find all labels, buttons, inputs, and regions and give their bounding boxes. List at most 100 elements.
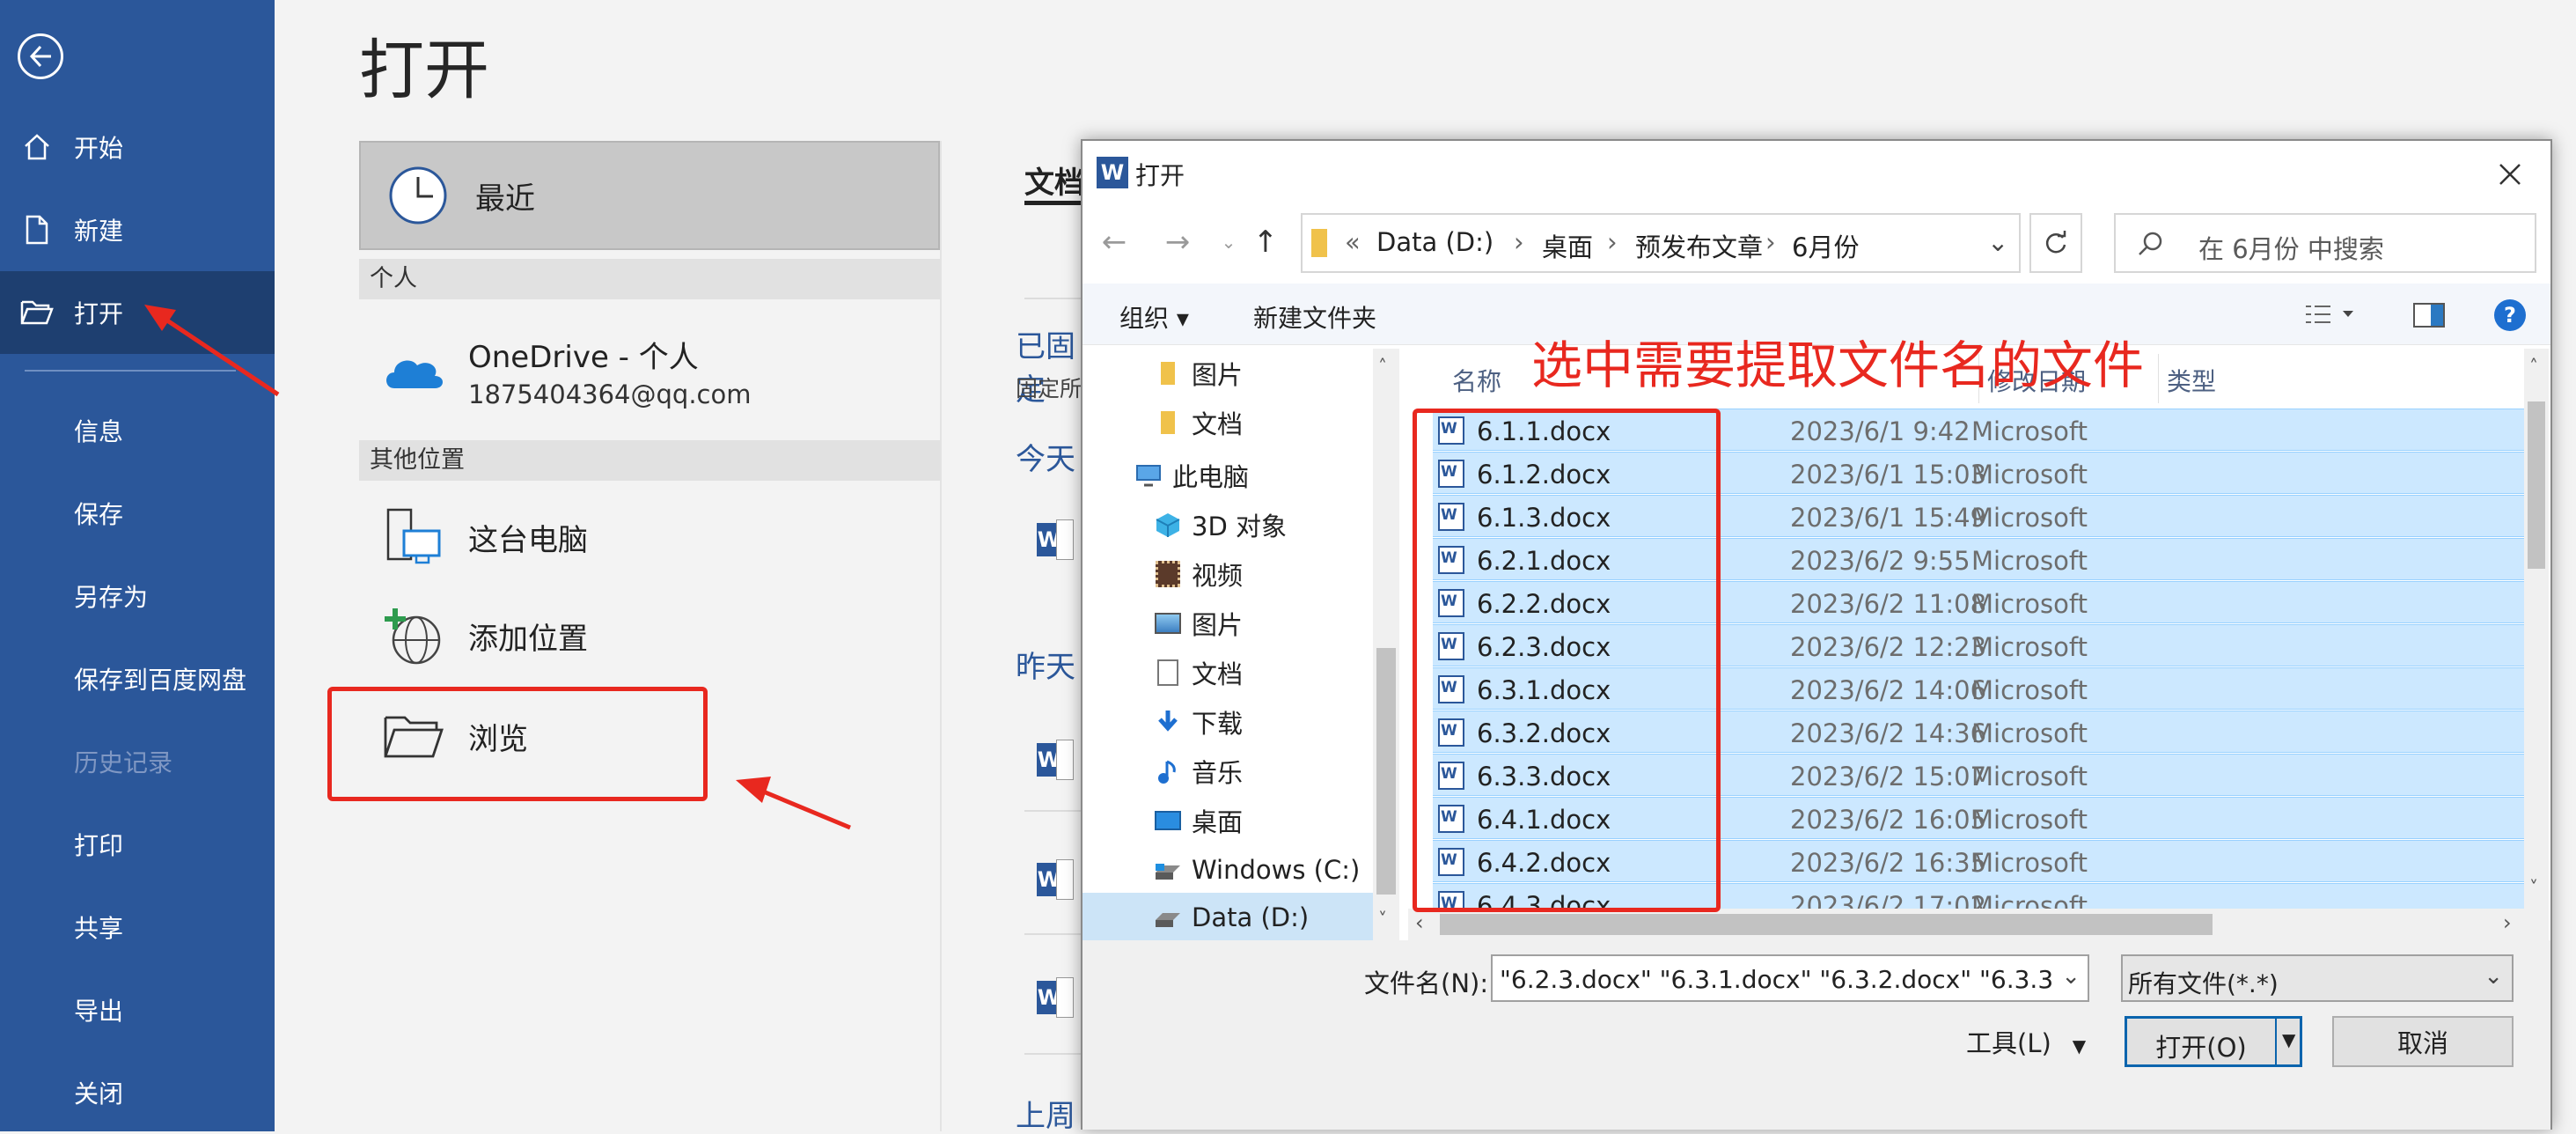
address-segment[interactable]: 6月份 [1792,227,1859,264]
annotation-box-files [1413,409,1721,912]
nav-item-label: 开始 [74,134,124,163]
filename-label: 文件名(N): [1364,968,1489,998]
back-arrow-icon[interactable] [18,33,63,79]
location-label: 最近 [475,180,535,217]
refresh-button[interactable] [2029,213,2082,273]
file-type: Microsoft [1971,460,2088,490]
address-bar[interactable]: « Data (D:) › 桌面 › 预发布文章 › 6月份 ⌄ [1301,213,2021,273]
file-type: Microsoft [1971,848,2088,878]
tree-item-downloads[interactable]: 下载 [1083,697,1373,747]
nav-item-export[interactable]: 导出 [0,968,275,1051]
file-list-hscrollbar[interactable]: ‹ › [1408,909,2524,940]
nav-item-share[interactable]: 共享 [0,886,275,968]
nav-item-close[interactable]: 关闭 [0,1051,275,1134]
address-segment[interactable]: Data (D:) [1376,227,1493,257]
scrollbar-thumb[interactable] [2528,401,2545,569]
up-button[interactable]: ↑ [1248,220,1283,264]
chevron-down-icon[interactable]: ⌄ [1987,227,2008,257]
tree-item-documents[interactable]: 文档 [1083,398,1373,447]
column-separator[interactable] [2158,354,2159,403]
chevron-left-icon[interactable]: ‹ [1415,910,1424,935]
tree-item-pictures-lib[interactable]: 图片 [1083,599,1373,648]
chevron-down-icon[interactable]: ⌄ [2061,963,2081,990]
nav-item-label: 另存为 [74,583,149,612]
tools-label: 工具(L) [1966,1028,2051,1058]
location-label: 这台电脑 [468,522,588,558]
tree-item-pictures[interactable]: 图片 [1083,349,1373,398]
address-segment[interactable]: 预发布文章 [1635,227,1763,264]
open-file-dialog: W 打开 ← → ⌄ ↑ « Data (D:) › 桌面 › 预发布文章 › … [1081,139,2552,1130]
filename-value: "6.2.3.docx" "6.3.1.docx" "6.3.2.docx" "… [1500,965,2054,994]
close-button[interactable] [2485,150,2535,199]
back-button[interactable]: ← [1097,220,1132,264]
tree-scrollbar[interactable]: ˄ ˅ [1373,349,1399,940]
tools-menu[interactable]: 工具(L) ▼ [1966,1023,2086,1060]
dialog-footer: 文件名(N): "6.2.3.docx" "6.3.1.docx" "6.3.2… [1083,940,2550,1130]
nav-item-label: 共享 [74,914,124,943]
close-icon [2499,164,2521,185]
page-title: 打开 [359,33,489,108]
word-file-icon[interactable]: W [1037,977,1074,1018]
file-date: 2023/6/2 11:08 [1790,589,1987,619]
preview-pane-icon[interactable] [2413,303,2445,328]
word-file-icon[interactable]: W [1037,519,1074,560]
nav-item-save[interactable]: 保存 [0,472,275,555]
tree-item-drive-d[interactable]: Data (D:) [1083,893,1373,940]
file-date: 2023/6/2 14:06 [1790,675,1987,705]
word-file-icon[interactable]: W [1037,740,1074,780]
cancel-button[interactable]: 取消 [2332,1016,2514,1067]
filename-field[interactable]: "6.2.3.docx" "6.3.1.docx" "6.3.2.docx" "… [1491,954,2089,1002]
column-header-name[interactable]: 名称 [1452,363,1501,398]
recent-locations-button[interactable]: ⌄ [1211,220,1246,264]
tree-item-documents-lib[interactable]: 文档 [1083,648,1373,697]
nav-item-print[interactable]: 打印 [0,803,275,886]
column-header-type[interactable]: 类型 [2167,363,2216,398]
address-overflow[interactable]: « [1345,227,1361,257]
filetype-select[interactable]: 所有文件(*.*) ⌄ [2121,954,2514,1002]
chevron-up-icon[interactable]: ˄ [1378,356,1387,377]
tree-item-this-pc[interactable]: 此电脑 [1083,451,1373,500]
documents-icon [1153,658,1183,688]
scrollbar-thumb[interactable] [1440,914,2213,935]
search-input[interactable]: 在 6月份 中搜索 [2114,213,2536,273]
word-app-icon: W [1097,157,1128,188]
tab-documents[interactable]: 文档 [1024,158,1084,202]
nav-item-label: 打印 [74,831,124,860]
tree-item-desktop[interactable]: 桌面 [1083,796,1373,845]
open-button[interactable]: 打开(O) ▼ [2125,1016,2302,1067]
dropdown-arrow-icon[interactable]: ▼ [2282,1029,2295,1050]
chevron-up-icon[interactable]: ˄ [2529,356,2538,377]
tree-item-music[interactable]: 音乐 [1083,747,1373,796]
chevron-right-icon[interactable]: › [2503,910,2512,935]
tree-label: Windows (C:) [1192,855,1361,885]
word-file-icon[interactable]: W [1037,859,1074,900]
address-segment[interactable]: 桌面 [1542,227,1593,264]
location-recent[interactable]: 最近 [359,141,940,250]
location-this-pc[interactable]: 这台电脑 [359,493,940,581]
nav-item-new[interactable]: 新建 [0,188,275,271]
chevron-down-icon[interactable]: ˅ [2529,877,2538,898]
nav-item-save-to-baidu[interactable]: 保存到百度网盘 [0,637,275,720]
organize-menu[interactable]: 组织 ▾ [1119,299,1189,335]
nav-item-label: 保存到百度网盘 [74,666,247,695]
location-add-place[interactable]: 添加位置 [359,592,940,680]
tree-item-3d-objects[interactable]: 3D 对象 [1083,500,1373,549]
annotation-arrow-browse [736,777,851,830]
new-folder-button[interactable]: 新建文件夹 [1253,299,1376,335]
help-icon[interactable]: ? [2494,299,2526,331]
nav-item-home[interactable]: 开始 [0,106,275,188]
file-date: 2023/6/2 16:05 [1790,805,1987,835]
chevron-down-icon[interactable]: ˅ [1378,909,1387,930]
forward-button[interactable]: → [1160,220,1195,264]
home-icon [0,132,74,162]
location-onedrive[interactable]: OneDrive - 个人 1875404364@qq.com [359,313,940,428]
file-date: 2023/6/2 16:35 [1790,848,1987,878]
tree-item-drive-c[interactable]: Windows (C:) [1083,845,1373,895]
clock-icon [361,165,475,226]
scrollbar-thumb[interactable] [1376,648,1396,895]
nav-item-save-as[interactable]: 另存为 [0,555,275,637]
view-options-icon[interactable] [2304,301,2357,328]
file-list-vscrollbar[interactable]: ˄ ˅ [2524,349,2549,940]
tree-item-videos[interactable]: 视频 [1083,549,1373,599]
file-date: 2023/6/1 15:03 [1790,460,1987,490]
